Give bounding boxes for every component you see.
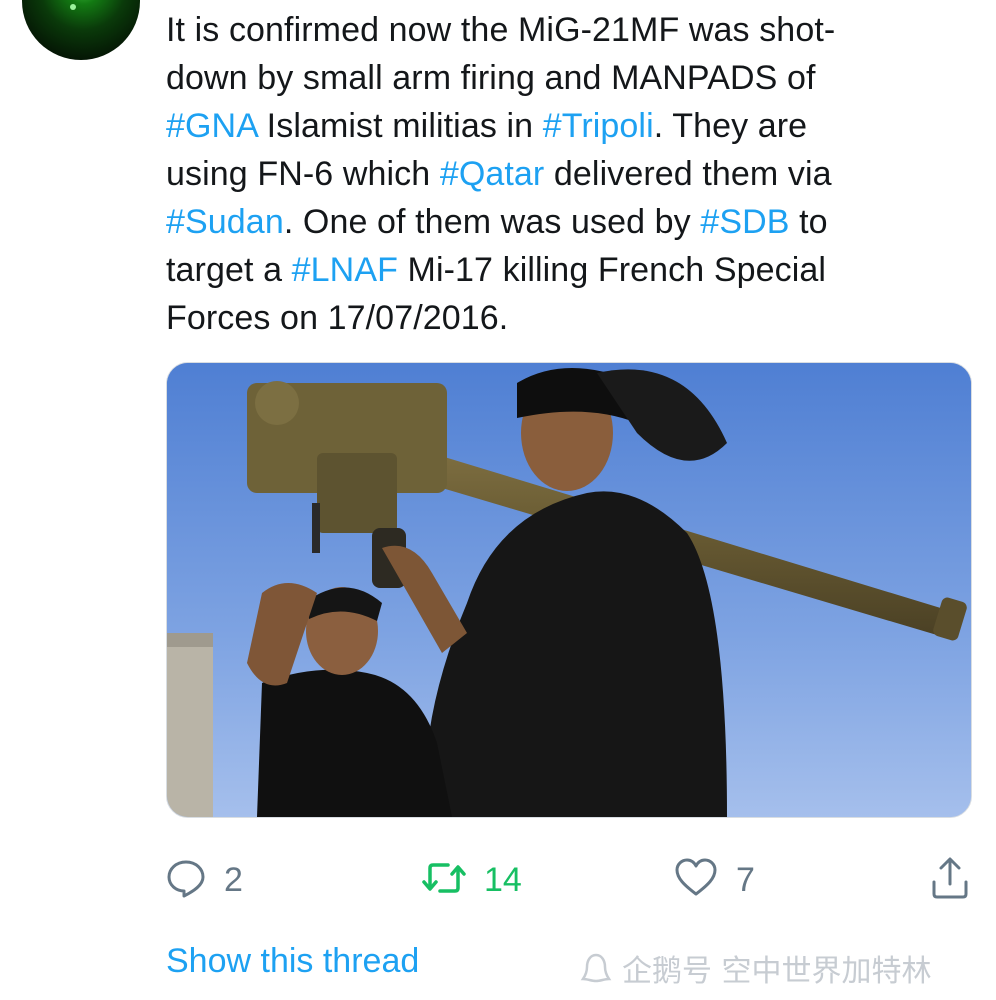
avatar-highlight xyxy=(70,4,76,10)
tweet-text-segment: to xyxy=(789,203,828,241)
like-button[interactable]: 7 xyxy=(674,852,755,908)
tweet-text-segment: using FN-6 which xyxy=(166,155,440,193)
tweet-text: It is confirmed now the MiG-21MF was sho… xyxy=(166,6,966,342)
hashtag-link[interactable]: #GNA xyxy=(166,107,257,145)
show-thread-link[interactable]: Show this thread xyxy=(166,942,419,981)
retweet-button[interactable]: 14 xyxy=(422,852,522,908)
tweet-text-line: down by small arm firing and MANPADS of xyxy=(166,54,966,102)
user-avatar[interactable] xyxy=(22,0,140,60)
tweet-action-bar: 2 14 7 xyxy=(166,852,976,908)
share-button[interactable] xyxy=(930,852,970,908)
hashtag-link[interactable]: #LNAF xyxy=(292,251,398,289)
tweet-text-line: using FN-6 which #Qatar delivered them v… xyxy=(166,150,966,198)
like-count: 7 xyxy=(736,860,755,899)
hashtag-link[interactable]: #Sudan xyxy=(166,203,284,241)
hashtag-link[interactable]: #SDB xyxy=(700,203,789,241)
hashtag-link[interactable]: #Qatar xyxy=(440,155,545,193)
tweet-text-line: Forces on 17/07/2016. xyxy=(166,294,966,342)
tweet-text-segment: It is confirmed now the MiG-21MF was sho… xyxy=(166,11,836,49)
tweet-text-segment: Forces on 17/07/2016. xyxy=(166,299,509,337)
heart-icon xyxy=(674,858,718,903)
tweet-text-segment: delivered them via xyxy=(544,155,832,193)
tweet-text-segment: . They are xyxy=(653,107,808,145)
tweet-text-line: target a #LNAF Mi-17 killing French Spec… xyxy=(166,246,966,294)
watermark-text: 企鹅号 空中世界加特林 xyxy=(622,954,932,989)
tweet-text-line: #GNA Islamist militias in #Tripoli. They… xyxy=(166,102,966,150)
reply-icon xyxy=(166,858,206,903)
tweet-text-segment: Mi-17 killing French Special xyxy=(397,251,827,289)
tweet-media-image[interactable] xyxy=(166,362,972,818)
photo-illustration xyxy=(167,363,971,817)
share-icon xyxy=(930,856,970,905)
reply-button[interactable]: 2 xyxy=(166,852,243,908)
tweet-text-segment: target a xyxy=(166,251,292,289)
retweet-icon xyxy=(422,858,466,903)
tweet-text-line: It is confirmed now the MiG-21MF was sho… xyxy=(166,6,966,54)
watermark: 企鹅号 空中世界加特林 xyxy=(580,946,932,990)
tweet-text-segment: . One of them was used by xyxy=(283,203,701,241)
reply-count: 2 xyxy=(224,860,243,899)
tweet-text-segment: down by small arm firing and MANPADS of xyxy=(166,59,816,97)
penguin-logo-icon xyxy=(580,953,612,983)
retweet-count: 14 xyxy=(484,860,522,899)
tweet-text-segment: Islamist militias in xyxy=(257,107,543,145)
tweet-text-line: #Sudan. One of them was used by #SDB to xyxy=(166,198,966,246)
hashtag-link[interactable]: #Tripoli xyxy=(543,107,654,145)
